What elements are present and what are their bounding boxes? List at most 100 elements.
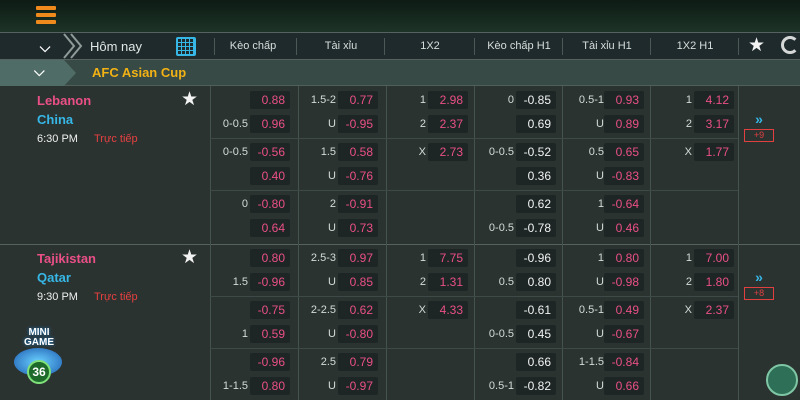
home-team-name[interactable]: Lebanon xyxy=(37,93,91,108)
chevron-down-icon[interactable]: ⌵ xyxy=(28,37,62,57)
odds-cell-handicap[interactable]: 0.96 xyxy=(250,115,290,133)
odds-line-label: U xyxy=(596,380,604,392)
odds-cell-over-under-h1[interactable]: 0.89 xyxy=(604,115,644,133)
nav-today[interactable]: Hôm nay xyxy=(90,39,142,54)
odds-cell-handicap-h1[interactable]: 0.36 xyxy=(516,167,556,185)
refresh-icon[interactable] xyxy=(781,36,799,54)
odds-cell-over-under-h1[interactable]: 0.65 xyxy=(604,143,644,161)
odds-cell-1x2[interactable]: 2.73 xyxy=(428,143,468,161)
odds-cell-handicap-h1[interactable]: -0.52 xyxy=(516,143,556,161)
more-markets-button[interactable]: » +8 xyxy=(744,270,774,300)
odds-cell-over-under[interactable]: 0.79 xyxy=(338,353,378,371)
odds-line-label: 2 xyxy=(685,118,692,130)
odds-cell-1x2[interactable]: 1.31 xyxy=(428,273,468,291)
odds-cell-over-under-h1[interactable]: -0.67 xyxy=(604,325,644,343)
odds-cell-handicap[interactable]: 0.80 xyxy=(250,377,290,395)
odds-cell-handicap-h1[interactable]: 0.45 xyxy=(516,325,556,343)
odds-cell-over-under-h1[interactable]: 0.66 xyxy=(604,377,644,395)
nav-divider xyxy=(738,38,739,55)
more-markets-count: +9 xyxy=(744,129,774,142)
odds-cell-handicap-h1[interactable]: -0.85 xyxy=(516,91,556,109)
tab-handicap[interactable]: Kèo chấp xyxy=(214,40,292,52)
odds-cell-1x2-h1[interactable]: 4.12 xyxy=(694,91,734,109)
odds-cell-handicap[interactable]: 0.40 xyxy=(250,167,290,185)
tab-over-under-h1[interactable]: Tài xỉu H1 xyxy=(564,40,650,52)
odds-cell-handicap[interactable]: -0.56 xyxy=(250,143,290,161)
odds-cell-over-under[interactable]: -0.95 xyxy=(338,115,378,133)
odds-cell-handicap[interactable]: -0.96 xyxy=(250,273,290,291)
odds-cell-over-under-h1[interactable]: 0.80 xyxy=(604,249,644,267)
odds-cell-handicap[interactable]: 0.88 xyxy=(250,91,290,109)
odds-cell-handicap[interactable]: 0.80 xyxy=(250,249,290,267)
odds-cell-handicap-h1[interactable]: 0.80 xyxy=(516,273,556,291)
odds-cell-over-under-h1[interactable]: 0.93 xyxy=(604,91,644,109)
away-team-name[interactable]: China xyxy=(37,112,73,127)
tab-1x2[interactable]: 1X2 xyxy=(386,40,474,52)
calendar-icon[interactable] xyxy=(176,37,196,56)
mini-game-button[interactable]: MINI GAME 36 xyxy=(10,324,66,388)
away-team-name[interactable]: Qatar xyxy=(37,270,71,285)
star-icon[interactable]: ★ xyxy=(181,90,198,109)
odds-cell-1x2-h1[interactable]: 2.37 xyxy=(694,301,734,319)
odds-line-label: X xyxy=(418,146,426,158)
odds-cell-handicap-h1[interactable]: 0.66 xyxy=(516,353,556,371)
odds-cell-over-under-h1[interactable]: -0.84 xyxy=(604,353,644,371)
menu-icon[interactable] xyxy=(36,6,56,24)
odds-cell-over-under[interactable]: 0.73 xyxy=(338,219,378,237)
odds-cell-1x2-h1[interactable]: 1.77 xyxy=(694,143,734,161)
odds-cell-handicap-h1[interactable]: 0.69 xyxy=(516,115,556,133)
odds-line-label: 2.5-3 xyxy=(310,252,336,264)
odds-line-label: U xyxy=(596,328,604,340)
odds-line-label: U xyxy=(328,380,336,392)
odds-cell-over-under-h1[interactable]: -0.83 xyxy=(604,167,644,185)
odds-cell-over-under[interactable]: 0.62 xyxy=(338,301,378,319)
odds-cell-1x2[interactable]: 2.98 xyxy=(428,91,468,109)
more-markets-button[interactable]: » +9 xyxy=(744,112,774,142)
row-divider xyxy=(210,138,738,139)
home-team-name[interactable]: Tajikistan xyxy=(37,251,96,266)
odds-cell-over-under[interactable]: -0.91 xyxy=(338,195,378,213)
chat-icon[interactable] xyxy=(766,364,798,396)
star-icon[interactable]: ★ xyxy=(748,36,765,55)
odds-cell-over-under-h1[interactable]: 0.46 xyxy=(604,219,644,237)
star-icon[interactable]: ★ xyxy=(181,248,198,267)
odds-cell-over-under[interactable]: 0.85 xyxy=(338,273,378,291)
match-time: 9:30 PM xyxy=(37,291,78,303)
odds-cell-handicap-h1[interactable]: -0.96 xyxy=(516,249,556,267)
odds-cell-handicap[interactable]: -0.96 xyxy=(250,353,290,371)
odds-cell-handicap[interactable]: 0.64 xyxy=(250,219,290,237)
live-status[interactable]: Trực tiếp xyxy=(94,133,138,145)
odds-cell-over-under[interactable]: -0.76 xyxy=(338,167,378,185)
odds-cell-1x2-h1[interactable]: 3.17 xyxy=(694,115,734,133)
odds-cell-handicap[interactable]: -0.75 xyxy=(250,301,290,319)
odds-cell-over-under-h1[interactable]: 0.49 xyxy=(604,301,644,319)
odds-cell-1x2[interactable]: 4.33 xyxy=(428,301,468,319)
odds-cell-handicap-h1[interactable]: -0.61 xyxy=(516,301,556,319)
odds-cell-over-under-h1[interactable]: -0.64 xyxy=(604,195,644,213)
odds-cell-over-under[interactable]: 0.97 xyxy=(338,249,378,267)
odds-cell-handicap-h1[interactable]: 0.62 xyxy=(516,195,556,213)
tab-over-under[interactable]: Tài xỉu xyxy=(298,40,384,52)
odds-cell-handicap-h1[interactable]: -0.82 xyxy=(516,377,556,395)
odds-cell-over-under[interactable]: 0.58 xyxy=(338,143,378,161)
odds-cell-over-under[interactable]: -0.97 xyxy=(338,377,378,395)
odds-cell-handicap[interactable]: -0.80 xyxy=(250,195,290,213)
live-status[interactable]: Trực tiếp xyxy=(94,291,138,303)
odds-line-label: U xyxy=(328,222,336,234)
odds-line-label: 1.5 xyxy=(232,276,248,288)
odds-line-label: U xyxy=(328,328,336,340)
odds-line-label: 1 xyxy=(597,198,604,210)
chevron-down-icon[interactable]: ⌵ xyxy=(34,63,45,80)
odds-cell-1x2-h1[interactable]: 1.80 xyxy=(694,273,734,291)
odds-cell-handicap-h1[interactable]: -0.78 xyxy=(516,219,556,237)
odds-cell-handicap[interactable]: 0.59 xyxy=(250,325,290,343)
odds-cell-over-under[interactable]: -0.80 xyxy=(338,325,378,343)
odds-cell-1x2-h1[interactable]: 7.00 xyxy=(694,249,734,267)
odds-cell-1x2[interactable]: 7.75 xyxy=(428,249,468,267)
odds-cell-over-under[interactable]: 0.77 xyxy=(338,91,378,109)
tab-1x2-h1[interactable]: 1X2 H1 xyxy=(652,40,738,52)
tab-handicap-h1[interactable]: Kèo chấp H1 xyxy=(476,40,562,52)
odds-cell-over-under-h1[interactable]: -0.98 xyxy=(604,273,644,291)
league-header[interactable]: ⌵ AFC Asian Cup xyxy=(0,60,800,86)
odds-cell-1x2[interactable]: 2.37 xyxy=(428,115,468,133)
